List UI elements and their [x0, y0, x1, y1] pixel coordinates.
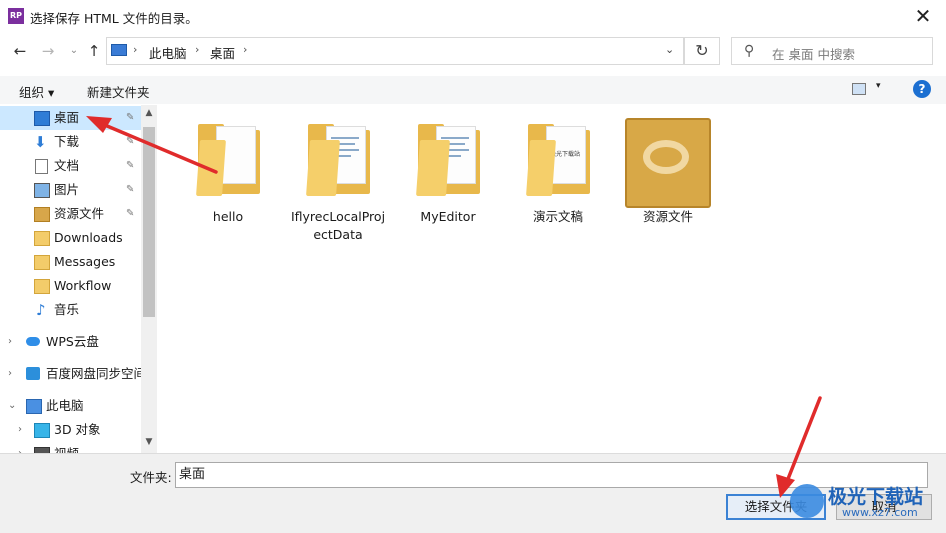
arrow-to-select-button: [784, 396, 822, 486]
annotation-arrows: [86, 116, 822, 498]
arrowhead-select: [776, 474, 795, 498]
arrow-to-desktop: [98, 121, 218, 174]
arrowhead-desktop: [86, 116, 112, 133]
